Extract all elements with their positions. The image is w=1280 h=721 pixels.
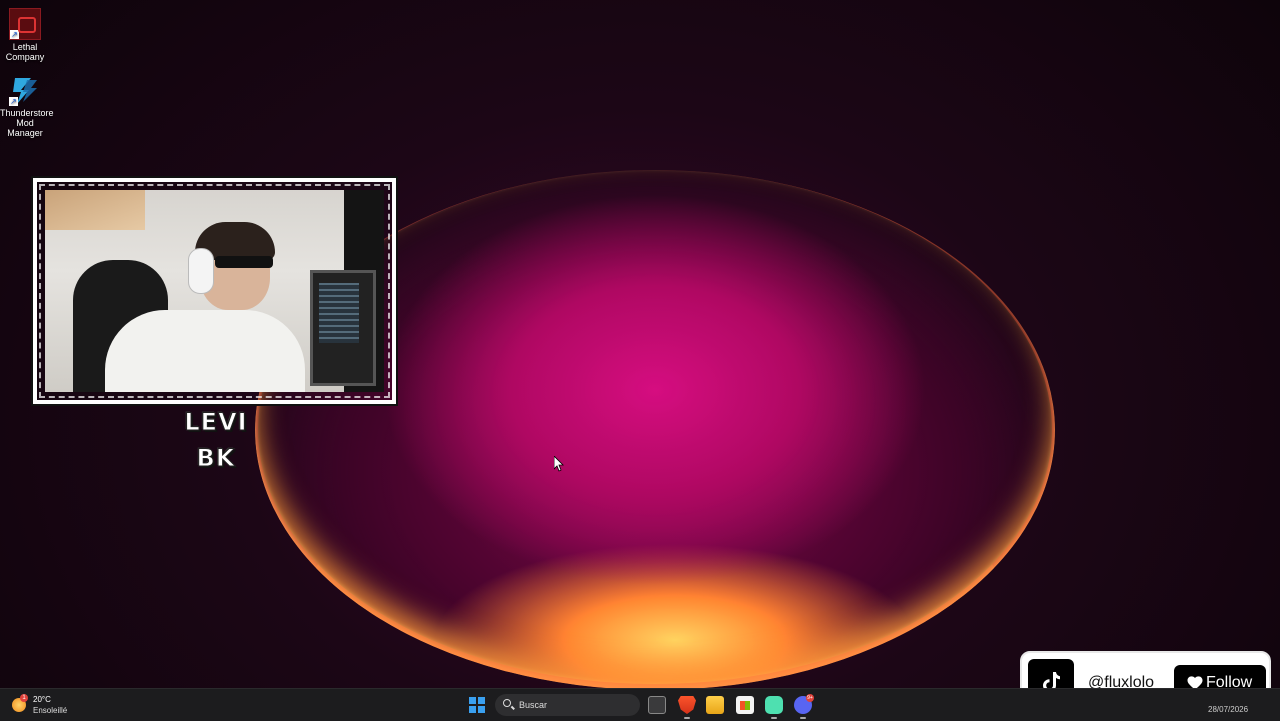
desktop-icon-label: Manager xyxy=(7,128,43,138)
windows-logo-icon xyxy=(469,697,476,704)
start-button[interactable] xyxy=(469,697,485,713)
sunglasses xyxy=(215,256,273,268)
thunderstore-icon: ↗ xyxy=(9,74,41,106)
desktop-icon-label: Company xyxy=(5,52,45,62)
weather-temperature: 20°C xyxy=(33,695,51,704)
running-indicator xyxy=(771,717,777,719)
shortcut-arrow-icon: ↗ xyxy=(10,30,19,39)
desktop-icon-thunderstore[interactable]: ↗ Thunderstore Mod Manager xyxy=(0,74,54,138)
desktop-icon-label: Lethal xyxy=(12,42,38,52)
file-explorer-icon[interactable] xyxy=(706,696,724,714)
streamer-body xyxy=(105,310,305,392)
taskbar-search[interactable]: Buscar xyxy=(495,694,640,716)
taskbar-date[interactable]: 28/07/2026 xyxy=(1208,705,1248,714)
running-indicator xyxy=(800,717,806,719)
desktop-icon-label: Mod xyxy=(16,118,34,128)
task-view-icon[interactable] xyxy=(648,696,666,714)
mouse-cursor-icon xyxy=(554,456,564,472)
brave-browser-icon[interactable] xyxy=(678,696,696,714)
lethal-company-icon: ↗ xyxy=(9,8,41,40)
desktop-icon-label: Thunderstore xyxy=(0,108,54,118)
weather-description: Ensoleillé xyxy=(33,706,68,715)
webcam-feed xyxy=(45,190,384,392)
shortcut-arrow-icon: ↗ xyxy=(9,97,18,106)
monitor xyxy=(310,270,376,386)
game-app-icon[interactable] xyxy=(765,696,783,714)
microsoft-store-icon[interactable] xyxy=(736,696,754,714)
taskbar: 1 20°C Ensoleillé Buscar 9+ 28/07/2026 xyxy=(0,688,1280,721)
search-icon xyxy=(503,699,511,707)
headphones xyxy=(188,248,214,294)
webcam-name-tag: LEVI BK xyxy=(184,408,248,473)
discord-notification-badge: 9+ xyxy=(806,694,814,702)
webcam-frame xyxy=(33,178,396,404)
search-placeholder: Buscar xyxy=(519,700,548,710)
desktop-icon-lethal-company[interactable]: ↗ Lethal Company xyxy=(0,8,50,62)
weather-badge: 1 xyxy=(20,694,28,702)
running-indicator xyxy=(684,717,690,719)
